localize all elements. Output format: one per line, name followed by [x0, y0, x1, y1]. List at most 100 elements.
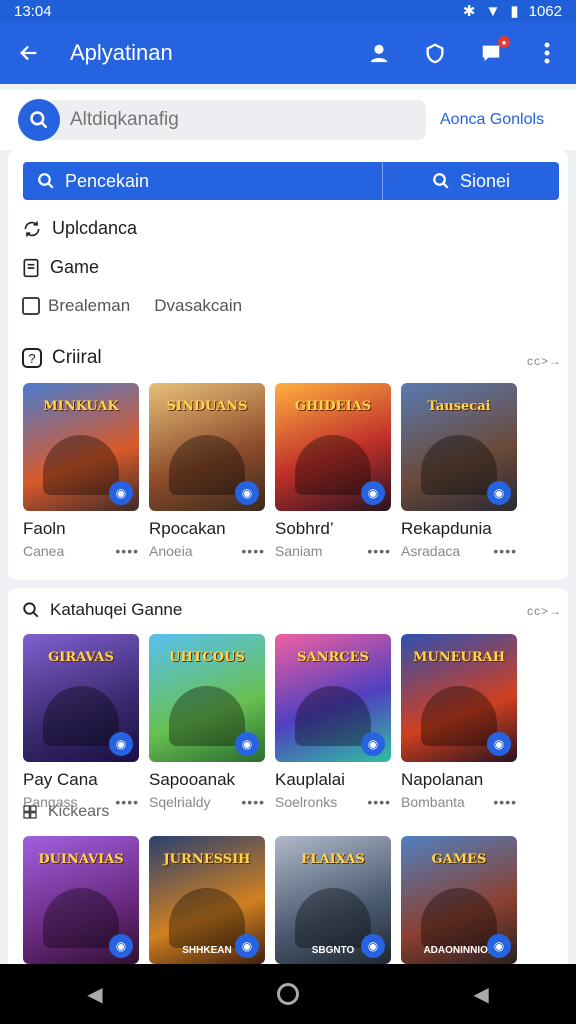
- section-title: Katahuqei Ganne: [50, 600, 183, 619]
- menu-item-label: Uplcdanca: [52, 218, 138, 238]
- game-thumbnail[interactable]: MINKUAK ◉: [23, 383, 139, 511]
- game-tile[interactable]: SANRCES ◉ Kauplalai Soelronks ••••: [275, 634, 391, 810]
- game-tile[interactable]: Tausecai ◉ Rekapdunia Asradaca ••••: [401, 383, 517, 559]
- game-art: [169, 435, 245, 495]
- back-nav-button[interactable]: ◀: [87, 982, 102, 1007]
- notification-badge: ●: [498, 36, 510, 48]
- filter-label-a[interactable]: Brealeman: [48, 296, 130, 316]
- recents-nav-button[interactable]: ◀: [473, 982, 488, 1007]
- sync-icon: [24, 221, 40, 236]
- more-options-icon[interactable]: ••••: [241, 794, 265, 810]
- back-button[interactable]: [16, 40, 42, 66]
- game-meta: Soelronks ••••: [275, 794, 391, 810]
- game-thumbnail[interactable]: DUINAVIAS ◉: [23, 836, 139, 964]
- more-options-icon[interactable]: ••••: [493, 794, 517, 810]
- game-tile[interactable]: MINKUAK ◉ Faoln Canea ••••: [23, 383, 139, 559]
- search-input[interactable]: [46, 100, 426, 140]
- game-logo: MINKUAK: [43, 399, 119, 414]
- segment-right-label: Sionei: [459, 170, 511, 191]
- game-thumbnail[interactable]: SINDUANS ◉: [149, 383, 265, 511]
- search-button[interactable]: [18, 99, 60, 141]
- game-tile[interactable]: GIRAVAS ◉ Pay Cana Pangass ••••: [23, 634, 139, 810]
- game-tile[interactable]: JURNESSIH SHHKEAN ◉: [149, 836, 265, 964]
- game-logo: Tausecai: [427, 399, 491, 414]
- game-tile[interactable]: UHTCOUS ◉ Sapooanak Sqelrialdy ••••: [149, 634, 265, 810]
- game-tile[interactable]: GHIDEIAS ◉ Sobhrd’ Saniam ••••: [275, 383, 391, 559]
- game-subtitle: Canea: [23, 543, 65, 559]
- game-thumbnail[interactable]: GIRAVAS ◉: [23, 634, 139, 762]
- platform-badge-icon: ◉: [487, 732, 511, 756]
- game-art: [43, 435, 119, 495]
- platform-badge-icon: ◉: [361, 481, 385, 505]
- battery-icon: ▮: [510, 3, 519, 20]
- platform-badge-icon: ◉: [235, 732, 259, 756]
- wifi-icon: ▼: [485, 2, 501, 20]
- advanced-search-link[interactable]: Aonca Gonlols: [440, 111, 544, 129]
- segment-left[interactable]: Pencekain: [23, 162, 383, 200]
- game-thumbnail[interactable]: FLAIXAS SBGNTO ◉: [275, 836, 391, 964]
- person-icon: [370, 44, 388, 63]
- status-time: 13:04: [14, 2, 52, 20]
- game-row-1: MINKUAK ◉ Faoln Canea •••• SINDUANS ◉ Rpocakan A…: [23, 383, 517, 559]
- game-thumbnail[interactable]: JURNESSIH SHHKEAN ◉: [149, 836, 265, 964]
- game-title: Faoln: [23, 519, 66, 538]
- category-card: Katahuqei Ganne cc>→ GIRAVAS ◉ Pay Cana Pan…: [8, 588, 568, 968]
- more-options-icon[interactable]: ••••: [493, 543, 517, 559]
- platform-badge-icon: ◉: [109, 481, 133, 505]
- game-tile[interactable]: DUINAVIAS ◉: [23, 836, 139, 964]
- game-tile[interactable]: MUNEURAH ◉ Napolanan Bombanta ••••: [401, 634, 517, 810]
- more-options-icon[interactable]: ••••: [115, 543, 139, 559]
- favorite-button[interactable]: [422, 40, 448, 66]
- game-art: [295, 435, 371, 495]
- grid-icon: [23, 805, 37, 819]
- game-tile[interactable]: GAMES ADAONINNIOE ◉: [401, 836, 517, 964]
- search-icon: [433, 173, 449, 189]
- game-thumbnail[interactable]: GHIDEIAS ◉: [275, 383, 391, 511]
- game-thumbnail[interactable]: GAMES ADAONINNIOE ◉: [401, 836, 517, 964]
- checkbox[interactable]: [22, 297, 40, 315]
- profile-button[interactable]: [366, 40, 392, 66]
- menu-item-uplcdanca[interactable]: Uplcdanca: [22, 218, 137, 239]
- status-right-text: 1062: [528, 2, 562, 20]
- game-title: Rekapdunia: [401, 519, 492, 538]
- notifications-button[interactable]: ●: [478, 36, 510, 66]
- game-row-2: GIRAVAS ◉ Pay Cana Pangass •••• UHTCOUS ◉ Sapoo…: [23, 634, 517, 810]
- see-more-link[interactable]: cc>→: [527, 604, 562, 618]
- game-meta: Asradaca ••••: [401, 543, 517, 559]
- game-row-3: DUINAVIAS ◉ JURNESSIH SHHKEAN ◉ FLAIXAS SBGNTO…: [23, 836, 517, 964]
- filter-label-b[interactable]: Dvasakcain: [154, 296, 242, 316]
- game-tile[interactable]: SINDUANS ◉ Rpocakan Anoeia ••••: [149, 383, 265, 559]
- shield-icon: [426, 43, 444, 64]
- menu-item-game[interactable]: Game: [22, 257, 99, 278]
- game-meta: Sqelrialdy ••••: [149, 794, 265, 810]
- game-title: Rpocakan: [149, 519, 226, 538]
- back-arrow-icon: [20, 45, 37, 61]
- game-thumbnail[interactable]: Tausecai ◉: [401, 383, 517, 511]
- game-tile[interactable]: FLAIXAS SBGNTO ◉: [275, 836, 391, 964]
- bluetooth-icon: ✱: [462, 3, 476, 20]
- platform-badge-icon: ◉: [235, 481, 259, 505]
- more-options-icon[interactable]: ••••: [367, 543, 391, 559]
- game-title: Napolanan: [401, 770, 484, 789]
- game-subtitle: Soelronks: [275, 794, 338, 810]
- game-logo: SINDUANS: [166, 399, 248, 414]
- game-thumbnail[interactable]: MUNEURAH ◉: [401, 634, 517, 762]
- game-meta: Saniam ••••: [275, 543, 391, 559]
- game-thumbnail[interactable]: UHTCOUS ◉: [149, 634, 265, 762]
- game-logo: FLAIXAS: [301, 852, 365, 867]
- segment-right[interactable]: Sionei: [383, 162, 559, 200]
- game-thumbnail[interactable]: SANRCES ◉: [275, 634, 391, 762]
- home-nav-button[interactable]: [277, 983, 299, 1005]
- game-art: [421, 686, 497, 746]
- more-options-icon[interactable]: ••••: [367, 794, 391, 810]
- more-options-icon[interactable]: ••••: [115, 794, 139, 810]
- platform-badge-icon: ◉: [487, 934, 511, 958]
- see-more-link[interactable]: cc>→: [527, 354, 562, 368]
- overflow-menu-button[interactable]: [534, 40, 560, 66]
- section-title: Kickears: [48, 803, 110, 820]
- game-logo: DUINAVIAS: [38, 852, 124, 867]
- status-bar: 13:04 ✱ ▼ ▮ 1062: [0, 0, 576, 22]
- more-options-icon[interactable]: ••••: [241, 543, 265, 559]
- app-title: Aplyatinan: [70, 40, 173, 65]
- game-logo: GAMES: [431, 852, 487, 867]
